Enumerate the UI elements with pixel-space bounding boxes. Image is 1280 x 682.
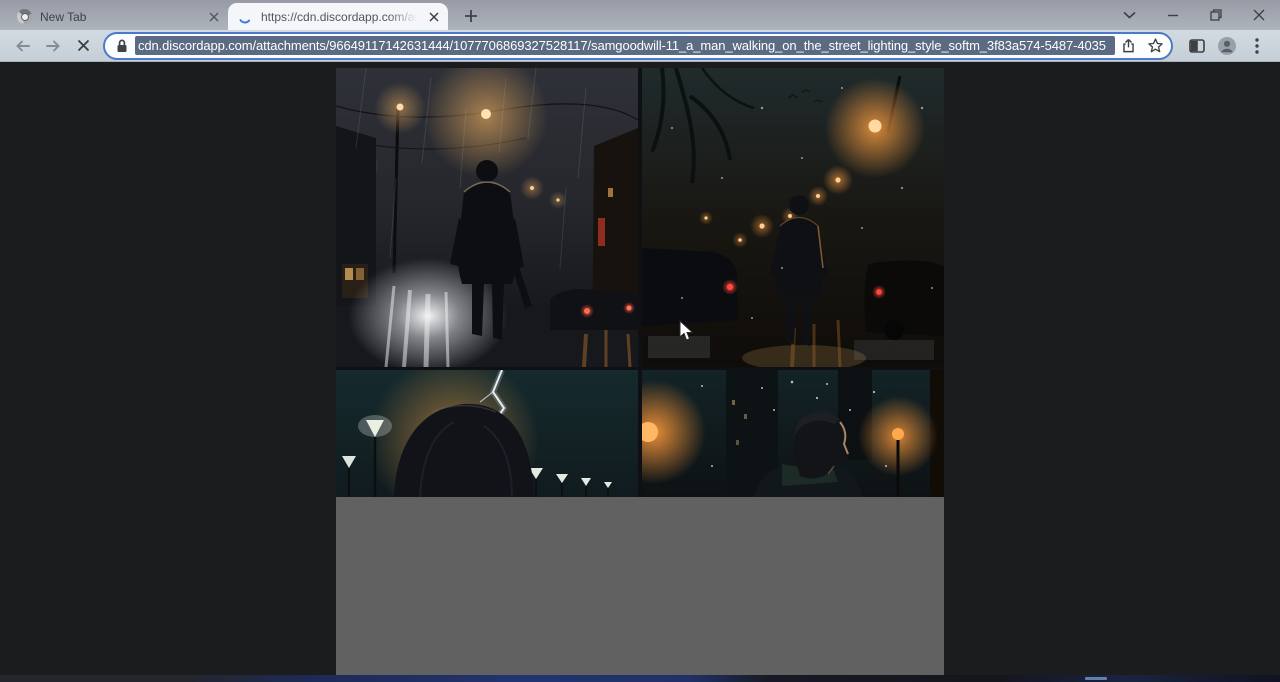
taskbar-edge <box>0 675 1280 682</box>
chevron-down-icon[interactable] <box>1108 0 1151 30</box>
new-tab-button[interactable] <box>458 3 484 29</box>
address-bar[interactable]: cdn.discordapp.com/attachments/966491171… <box>103 32 1173 60</box>
tab-close-icon[interactable] <box>205 8 222 25</box>
tab-discord-cdn[interactable]: https://cdn.discordapp.com/atta <box>228 3 448 30</box>
profile-avatar-icon[interactable] <box>1212 34 1242 58</box>
tab-title: New Tab <box>40 10 200 24</box>
stop-loading-button[interactable] <box>68 32 98 60</box>
tab-strip: New Tab https://cdn.discordapp.com/atta <box>0 0 1280 30</box>
menu-dots-icon[interactable] <box>1242 34 1272 58</box>
lock-icon[interactable] <box>115 38 129 54</box>
url-text-selected[interactable]: cdn.discordapp.com/attachments/966491171… <box>135 36 1115 55</box>
browser-toolbar: cdn.discordapp.com/attachments/966491171… <box>0 30 1280 62</box>
loading-image-placeholder <box>336 68 944 675</box>
bookmark-star-icon[interactable] <box>1142 34 1169 58</box>
grid-image-top-left <box>336 68 638 367</box>
tab-close-icon[interactable] <box>425 8 442 25</box>
chrome-logo-icon <box>17 9 32 24</box>
toolbar-right-cluster <box>1182 34 1272 58</box>
share-icon[interactable] <box>1115 34 1142 58</box>
side-panel-icon[interactable] <box>1182 34 1212 58</box>
back-button[interactable] <box>8 32 38 60</box>
tab-title: https://cdn.discordapp.com/atta <box>261 10 420 24</box>
grid-image-bottom-right <box>642 370 944 497</box>
mouse-cursor <box>679 320 694 342</box>
restore-button[interactable] <box>1194 0 1237 30</box>
minimize-button[interactable] <box>1151 0 1194 30</box>
loading-spinner-icon <box>237 9 253 25</box>
close-window-button[interactable] <box>1237 0 1280 30</box>
window-controls <box>1108 0 1280 30</box>
tab-new-tab[interactable]: New Tab <box>8 3 228 30</box>
image-grid <box>336 68 944 497</box>
grid-image-bottom-left <box>336 370 638 497</box>
forward-button[interactable] <box>38 32 68 60</box>
page-viewport <box>0 62 1280 675</box>
